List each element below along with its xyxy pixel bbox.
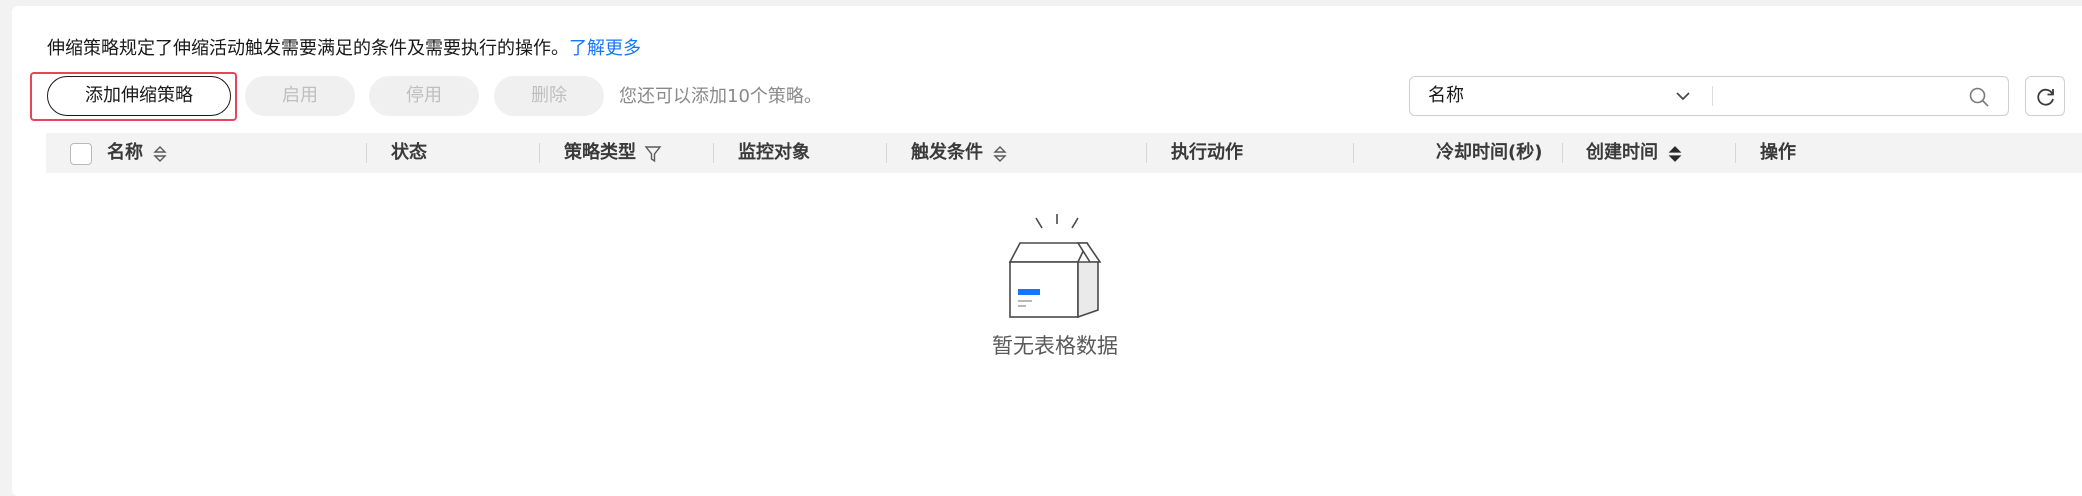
table-header: 名称 状态 策略类型 监控对象 触发条件 执行动作 冷却时间(秒) 创建时间 操… xyxy=(46,133,2082,173)
sort-icon[interactable] xyxy=(992,145,1008,163)
sort-icon[interactable] xyxy=(152,145,168,163)
column-header-cooldown: 冷却时间(秒) xyxy=(1436,142,1543,163)
refresh-icon xyxy=(2037,88,2054,106)
sort-icon[interactable] xyxy=(1667,145,1683,163)
search-field-value: 名称 xyxy=(1428,85,1464,106)
enable-button[interactable]: 启用 xyxy=(245,76,355,116)
quota-text: 您还可以添加10个策略。 xyxy=(619,86,822,107)
search-input[interactable] xyxy=(1718,79,1958,113)
column-header-name[interactable]: 名称 xyxy=(107,133,143,173)
page-description: 伸缩策略规定了伸缩活动触发需要满足的条件及需要执行的操作。了解更多 xyxy=(47,36,641,62)
learn-more-link[interactable]: 了解更多 xyxy=(569,38,641,59)
column-header-policy-type: 策略类型 xyxy=(564,142,636,163)
column-separator[interactable] xyxy=(713,143,714,163)
column-header-action: 执行动作 xyxy=(1171,142,1243,163)
column-header-operation: 操作 xyxy=(1760,142,1796,163)
search-icon[interactable] xyxy=(1968,86,1990,108)
search-bar: 名称 xyxy=(1409,76,2009,116)
column-header-created-time[interactable]: 创建时间 xyxy=(1586,133,1658,173)
search-divider xyxy=(1712,86,1713,106)
refresh-button[interactable] xyxy=(2025,76,2065,116)
column-separator[interactable] xyxy=(1735,143,1736,163)
disable-button[interactable]: 停用 xyxy=(369,76,479,116)
column-separator[interactable] xyxy=(886,143,887,163)
column-header-status: 状态 xyxy=(391,142,427,163)
description-text: 伸缩策略规定了伸缩活动触发需要满足的条件及需要执行的操作。 xyxy=(47,38,569,59)
search-field-select[interactable]: 名称 xyxy=(1410,77,1712,115)
add-policy-button[interactable]: 添加伸缩策略 xyxy=(47,76,231,116)
column-header-monitor-target: 监控对象 xyxy=(738,142,810,163)
select-all-checkbox[interactable] xyxy=(70,143,92,165)
column-separator[interactable] xyxy=(1146,143,1147,163)
delete-button[interactable]: 删除 xyxy=(494,76,604,116)
column-separator[interactable] xyxy=(1562,143,1563,163)
empty-state-text: 暂无表格数据 xyxy=(992,334,1118,358)
column-separator[interactable] xyxy=(366,143,367,163)
column-header-trigger-condition[interactable]: 触发条件 xyxy=(911,133,983,173)
chevron-down-icon[interactable] xyxy=(1674,87,1692,105)
column-separator[interactable] xyxy=(1353,143,1354,163)
column-separator[interactable] xyxy=(539,143,540,163)
filter-icon[interactable] xyxy=(644,145,662,163)
